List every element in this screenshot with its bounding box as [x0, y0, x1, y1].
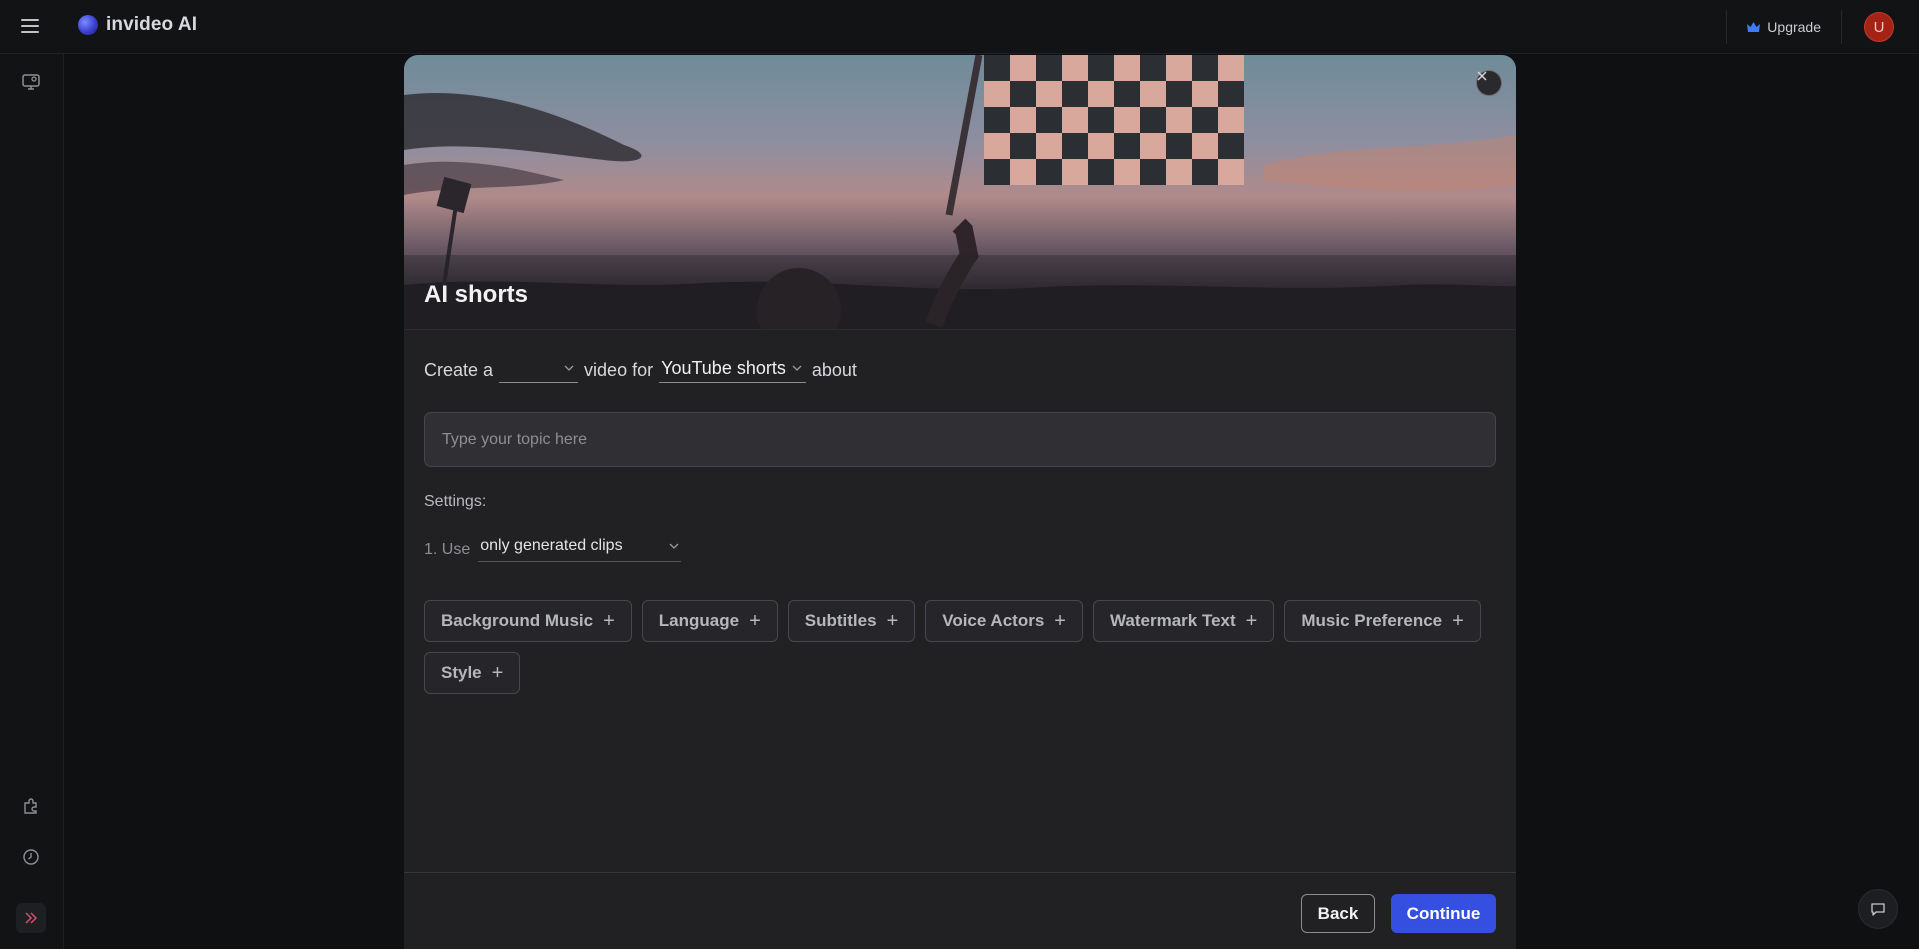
plus-icon: +: [1452, 611, 1464, 631]
upgrade-label: Upgrade: [1767, 19, 1821, 35]
use-setting-row: 1. Use only generated clips: [424, 537, 681, 562]
chip-label: Subtitles: [805, 611, 877, 631]
chip-label: Voice Actors: [942, 611, 1044, 631]
platform-dropdown[interactable]: YouTube shorts: [659, 357, 806, 383]
hero-image: [404, 55, 1516, 330]
upgrade-button[interactable]: Upgrade: [1727, 19, 1841, 35]
style-chip[interactable]: Style +: [424, 652, 520, 694]
clip-source-value: only generated clips: [480, 537, 622, 555]
settings-chips: Background Music + Language + Subtitles + V…: [424, 600, 1504, 694]
back-button[interactable]: Back: [1301, 894, 1375, 933]
background-music-chip[interactable]: Background Music +: [424, 600, 632, 642]
subtitles-chip[interactable]: Subtitles +: [788, 600, 915, 642]
menu-icon[interactable]: [21, 19, 39, 33]
use-prefix: 1. Use: [424, 541, 470, 559]
create-prompt-row: Create a video for YouTube shorts about: [424, 357, 857, 383]
chip-label: Language: [659, 611, 739, 631]
video-for-label: video for: [584, 360, 653, 381]
chip-label: Watermark Text: [1110, 611, 1236, 631]
clip-source-dropdown[interactable]: only generated clips: [478, 537, 681, 562]
sidebar: [0, 54, 64, 949]
music-preference-chip[interactable]: Music Preference +: [1284, 600, 1480, 642]
chevron-down-icon: [564, 365, 574, 371]
plus-icon: +: [1246, 611, 1258, 631]
chip-label: Background Music: [441, 611, 593, 631]
chevrons-right-icon: [24, 912, 38, 924]
chat-icon: [1870, 901, 1886, 917]
chat-support-button[interactable]: [1858, 889, 1898, 929]
continue-button[interactable]: Continue: [1391, 894, 1496, 933]
video-type-dropdown[interactable]: [499, 357, 578, 383]
ai-shorts-modal: AI shorts Create a video for YouTube sho…: [404, 55, 1516, 949]
language-chip[interactable]: Language +: [642, 600, 778, 642]
top-bar: invideo AI Upgrade U: [0, 0, 1919, 54]
projects-icon[interactable]: [21, 72, 41, 92]
voice-actors-chip[interactable]: Voice Actors +: [925, 600, 1083, 642]
settings-label: Settings:: [424, 493, 486, 511]
top-right-actions: Upgrade U: [1726, 0, 1919, 54]
chevron-down-icon: [669, 543, 679, 549]
expand-sidebar-button[interactable]: [16, 903, 46, 933]
puzzle-icon[interactable]: [21, 796, 41, 816]
plus-icon: +: [1054, 611, 1066, 631]
help-icon[interactable]: [21, 847, 41, 867]
avatar[interactable]: U: [1864, 12, 1894, 42]
chip-label: Music Preference: [1301, 611, 1442, 631]
chip-label: Style: [441, 663, 482, 683]
crown-icon: [1747, 22, 1760, 32]
plus-icon: +: [887, 611, 899, 631]
app-name: invideo AI: [106, 14, 197, 36]
logo-mark-icon: [78, 15, 98, 35]
close-button[interactable]: [1476, 70, 1502, 96]
topic-input[interactable]: [424, 412, 1496, 467]
plus-icon: +: [603, 611, 615, 631]
plus-icon: +: [749, 611, 761, 631]
platform-value: YouTube shorts: [661, 358, 786, 379]
divider: [1841, 10, 1842, 44]
modal-title: AI shorts: [424, 281, 528, 309]
create-a-label: Create a: [424, 360, 493, 381]
app-logo[interactable]: invideo AI: [78, 14, 197, 36]
watermark-text-chip[interactable]: Watermark Text +: [1093, 600, 1274, 642]
about-label: about: [812, 360, 857, 381]
close-icon: [1477, 71, 1487, 81]
plus-icon: +: [492, 663, 504, 683]
footer-divider: [404, 872, 1516, 873]
chevron-down-icon: [792, 365, 802, 371]
